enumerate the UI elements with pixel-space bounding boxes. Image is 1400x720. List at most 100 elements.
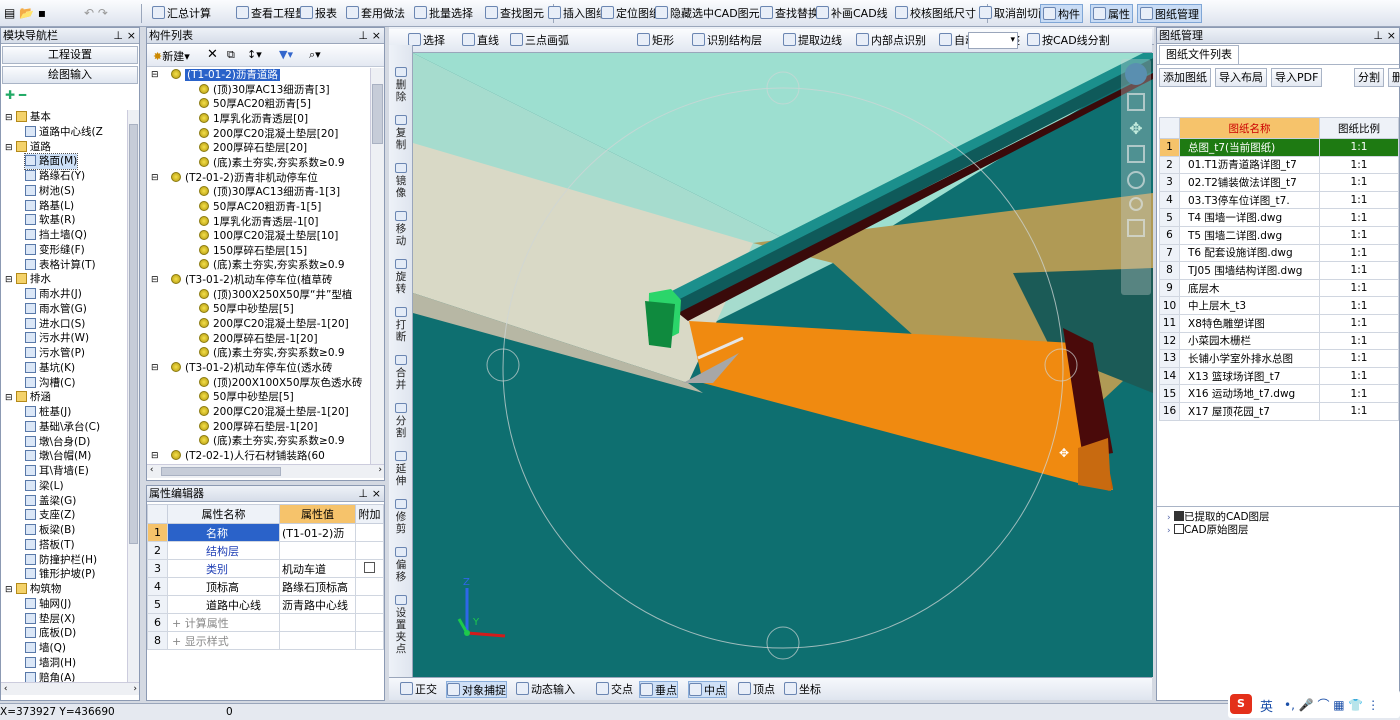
extra-cell[interactable] [355,541,384,560]
drawing-scale[interactable]: 1:1 [1319,366,1399,386]
nav-item[interactable]: 轴网(J) [25,597,71,612]
component-group[interactable]: ⊟ (T3-01-2)机动车停车位(透水砖 [151,361,333,376]
find-icon[interactable]: ⌕▾ [309,48,321,62]
drawing-name[interactable]: X16 运动场地_t7.dwg [1179,384,1320,403]
property-row[interactable]: 1 名称 (T1-01-2)沥 [147,523,384,542]
nav-item[interactable]: 变形缝(F) [25,243,85,258]
drawing-scale[interactable]: 1:1 [1319,331,1399,351]
nav-item[interactable]: 路基(L) [25,199,74,214]
drawing-name[interactable]: 长铺小学室外排水总图 [1179,349,1320,368]
pan-icon[interactable]: ✥ [1127,119,1145,138]
property-value[interactable] [279,541,356,560]
nav-item[interactable]: 搭板(T) [25,538,75,553]
drawing-name[interactable]: TJ05 围墙结构详图.dwg [1179,261,1320,280]
nav-item[interactable]: 道路中心线(Z [25,125,103,140]
drawing-name[interactable]: 小菜园木栅栏 [1179,331,1320,351]
nav-item[interactable]: 沟槽(C) [25,376,76,391]
ime-lang-toggle[interactable]: 英 [1260,696,1273,715]
drawing-name[interactable]: X17 屋顶花园_t7 [1179,401,1320,421]
expand-icon[interactable]: › [1167,513,1171,523]
drawing-scale[interactable]: 1:1 [1319,296,1399,315]
component-layer[interactable]: (顶)30厚AC13细沥青-1[3] [199,185,340,200]
drawing-scale[interactable]: 1:1 [1319,155,1399,175]
drawing-action-button-3[interactable]: 分割 [1354,68,1384,87]
component-layer[interactable]: 1厚乳化沥青透层[0] [199,112,308,127]
toolbar-item-14[interactable]: 属性 [1090,4,1133,23]
drawing-row[interactable]: 10 中上层木_t3 1:1 [1159,296,1399,315]
toolbar-item-8[interactable]: 隐藏选中CAD图元 [653,4,762,23]
collapse-icon[interactable]: ⊟ [151,273,159,288]
nav-item[interactable]: 路缘石(Y) [25,169,85,184]
component-layer[interactable]: (底)素土夯实,夯实系数≥0.9 [199,156,345,171]
pin-icon[interactable]: ⊥ [358,486,368,501]
nav-item[interactable]: 树池(S) [25,184,75,199]
drawing-name[interactable]: 总图_t7(当前图纸) [1179,138,1320,157]
draw-tool-5[interactable]: 提取边线 [781,31,844,50]
component-group[interactable]: ⊟ (T2-01-2)沥青非机动停车位 [151,171,318,186]
box-view-icon[interactable] [1127,219,1145,237]
component-group[interactable]: ⊟ (T2-02-1)人行石材铺装路(60 [151,449,325,464]
undo-redo-icon[interactable]: ↶ ↷ [84,6,108,20]
drawing-name[interactable]: T6 配套设施详图.dwg [1179,243,1320,263]
3d-scene[interactable]: ✥ Z Y [413,53,1153,677]
property-row[interactable]: 8 + 显示样式 [147,631,384,650]
ime-logo-icon[interactable]: S [1230,694,1252,714]
edit-tool-10[interactable]: 偏移 [389,547,413,583]
close-icon[interactable]: × [372,28,381,43]
nav-item[interactable]: 表格计算(T) [25,258,96,273]
collapse-icon[interactable]: ⊟ [151,171,159,186]
drawing-scale[interactable]: 1:1 [1319,278,1399,298]
property-row[interactable]: 2 结构层 [147,541,384,560]
property-value[interactable] [279,631,356,650]
drawing-name[interactable]: 01.T1沥青道路详图_t7 [1179,155,1320,175]
snap-toggle-5[interactable]: 中点 [688,681,727,698]
filter-icon[interactable]: ▼▾ [279,48,293,61]
component-layer[interactable]: 200厚C20混凝土垫层-1[20] [199,405,349,420]
draw-tool-8[interactable]: 按CAD线分割 [1025,31,1112,50]
property-value[interactable]: 机动车道 [279,559,356,578]
drawing-row[interactable]: 6 T5 围墙二详图.dwg 1:1 [1159,225,1399,245]
nav-item[interactable]: 板梁(B) [25,523,75,538]
property-row[interactable]: 5 道路中心线 沥青路中心线 [147,595,384,614]
copy-icon[interactable]: ⧉ [227,48,235,62]
drawing-name[interactable]: X13 篮球场详图_t7 [1179,366,1320,386]
nav-item[interactable]: 基坑(K) [25,361,75,376]
pin-icon[interactable]: ⊥ [113,28,123,43]
toolbar-item-10[interactable]: 补画CAD线 [814,4,890,23]
snap-toggle-4[interactable]: 垂点 [639,681,678,698]
sort-icon[interactable]: ↕▾ [247,48,262,61]
component-layer[interactable]: 50厚中砂垫层[5] [199,390,294,405]
nav-item[interactable]: 基础\承台(C) [25,420,100,435]
extra-cell[interactable] [355,523,384,542]
component-layer[interactable]: (顶)200X100X50厚灰色透水砖 [199,376,363,391]
toolbar-item-5[interactable]: 查找图元 [483,4,546,23]
delete-icon[interactable]: ✕ [207,47,218,62]
collapse-icon[interactable]: ⊟ [5,143,13,153]
component-hscrollbar[interactable]: ‹ › [147,464,384,478]
drawing-action-button-0[interactable]: 添加图纸 [1159,68,1211,87]
component-layer[interactable]: (底)素土夯实,夯实系数≥0.9 [199,346,345,361]
drawing-row[interactable]: 4 03.T3停车位详图_t7. 1:1 [1159,190,1399,210]
nav-item[interactable]: 底板(D) [25,626,76,641]
property-value[interactable]: 沥青路中心线 [279,595,356,614]
close-icon[interactable]: × [1387,28,1396,43]
edit-tool-6[interactable]: 合并 [389,355,413,391]
drawing-row[interactable]: 9 底层木 1:1 [1159,278,1399,298]
drawing-name[interactable]: 03.T3停车位详图_t7. [1179,190,1320,210]
nav-item[interactable]: 软基(R) [25,213,76,228]
edit-tool-3[interactable]: 移动 [389,211,413,247]
drawing-scale[interactable]: 1:1 [1319,349,1399,368]
nav-group[interactable]: ⊟ 排水 [5,272,51,287]
draw-tool-6[interactable]: 内部点识别 [854,31,928,50]
toolbar-item-1[interactable]: 查看工程量 [234,4,308,23]
component-layer[interactable]: 1厚乳化沥青透层-1[0] [199,215,319,230]
collapse-icon[interactable]: ⊟ [151,449,159,464]
nav-item[interactable]: 雨水管(G) [25,302,87,317]
drawing-scale[interactable]: 1:1 [1319,243,1399,263]
tab-drawing-list[interactable]: 图纸文件列表 [1159,45,1239,64]
property-row[interactable]: 6 + 计算属性 [147,613,384,632]
close-icon[interactable]: × [127,28,136,43]
toolbar-item-9[interactable]: 查找替换 [758,4,821,23]
toolbar-item-0[interactable]: 汇总计算 [150,4,213,23]
snap-toggle-6[interactable]: 顶点 [738,681,775,698]
